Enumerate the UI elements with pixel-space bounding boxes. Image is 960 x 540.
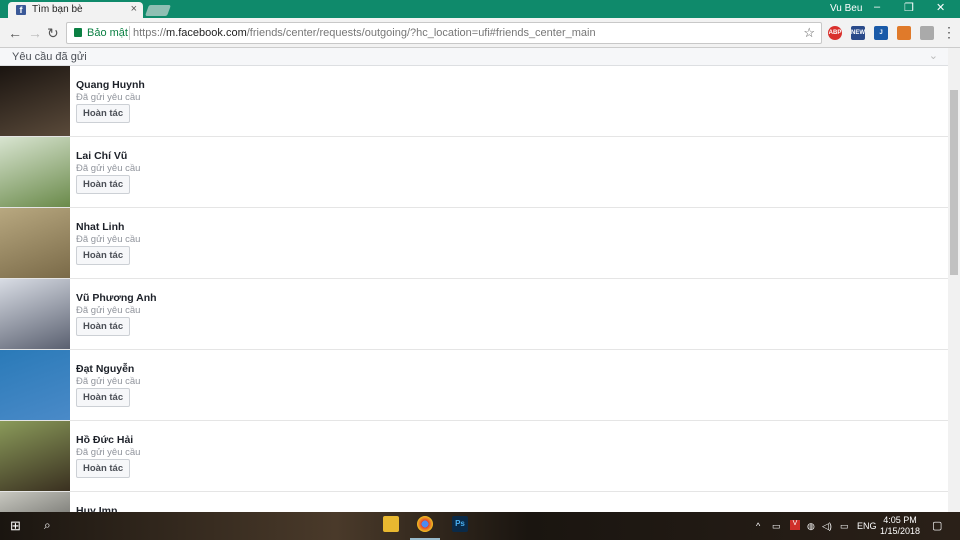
browser-menu-icon[interactable]: ⋮ — [942, 24, 956, 41]
language-indicator[interactable]: ENG — [857, 521, 877, 531]
secure-label: Bảo mật — [87, 27, 128, 39]
taskbar: ⊞ ⌕ Ps ^ ▭ V ◍ ◁) ▭ ENG 4:05 PM 1/15/201… — [0, 512, 960, 540]
clock[interactable]: 4:05 PM 1/15/2018 — [878, 515, 922, 537]
clock-date: 1/15/2018 — [879, 526, 921, 536]
request-status: Đã gửi yêu cầu — [76, 305, 141, 316]
section-title: Yêu cầu đã gửi — [12, 51, 87, 63]
omnibox-divider — [129, 26, 130, 40]
undo-button[interactable]: Hoàn tác — [76, 388, 131, 407]
file-explorer-icon[interactable] — [383, 516, 399, 532]
restore-icon[interactable]: ❐ — [904, 1, 914, 14]
window-titlebar: f Tìm bạn bè × Vu Beu – ❐ ✕ — [0, 0, 960, 18]
avatar[interactable] — [0, 421, 70, 491]
reload-icon[interactable]: ↻ — [47, 25, 59, 42]
avatar[interactable] — [0, 208, 70, 278]
clock-time: 4:05 PM — [883, 515, 917, 525]
request-row[interactable]: Vũ Phương Anh Đã gửi yêu cầu Hoàn tác — [0, 279, 948, 350]
forward-icon[interactable]: → — [28, 25, 42, 41]
request-status: Đã gửi yêu cầu — [76, 163, 141, 174]
tab-title: Tìm bạn bè — [32, 4, 83, 15]
windows-start-icon[interactable]: ⊞ — [10, 518, 21, 534]
avatar[interactable] — [0, 350, 70, 420]
friend-name[interactable]: Quang Huynh — [76, 79, 145, 91]
new-tab-button[interactable] — [144, 5, 172, 16]
close-window-icon[interactable]: ✕ — [936, 1, 945, 14]
volume-icon[interactable]: ◁) — [822, 521, 832, 532]
address-bar[interactable]: Bảo mật https://m.facebook.com/friends/c… — [66, 22, 822, 44]
avatar[interactable] — [0, 137, 70, 207]
url-text[interactable]: https://m.facebook.com/friends/center/re… — [133, 27, 596, 39]
lock-icon — [74, 28, 82, 37]
scrollbar[interactable] — [948, 48, 960, 512]
chat-icon[interactable]: ▭ — [772, 521, 781, 532]
request-status: Đã gửi yêu cầu — [76, 92, 141, 103]
facebook-icon: f — [16, 5, 26, 15]
page-content: Yêu cầu đã gửi ⌄ Quang Huynh Đã gửi yêu c… — [0, 48, 948, 512]
battery-icon[interactable]: ▭ — [840, 521, 849, 532]
show-hidden-icons[interactable]: ^ — [756, 521, 760, 531]
request-row[interactable]: Nhat Linh Đã gửi yêu cầu Hoàn tác — [0, 208, 948, 279]
bookmark-star-icon[interactable]: ☆ — [803, 25, 815, 41]
request-row[interactable]: Huy ImpĐã gửi yêu cầuHoàn tác — [0, 492, 948, 512]
friend-name[interactable]: Nhat Linh — [76, 221, 124, 233]
avatar[interactable] — [0, 66, 70, 136]
friend-name[interactable]: Lai Chí Vũ — [76, 150, 127, 162]
friend-name[interactable]: Đạt Nguyễn — [76, 363, 134, 375]
request-list: Quang Huynh Đã gửi yêu cầu Hoàn tác Lai Chí… — [0, 66, 948, 512]
back-icon[interactable]: ← — [8, 25, 22, 41]
undo-button[interactable]: Hoàn tác — [76, 317, 131, 336]
request-row[interactable]: Đạt Nguyễn Đã gửi yêu cầu Hoàn tác — [0, 350, 948, 421]
undo-button[interactable]: Hoàn tác — [76, 246, 131, 265]
undo-button[interactable]: Hoàn tác — [76, 175, 131, 194]
friend-name[interactable]: Hồ Đức Hải — [76, 434, 133, 446]
avatar[interactable] — [0, 279, 70, 349]
minimize-icon[interactable]: – — [874, 1, 880, 13]
extension-icon[interactable] — [897, 26, 911, 40]
undo-button[interactable]: Hoàn tác — [76, 459, 131, 478]
section-header[interactable]: Yêu cầu đã gửi ⌄ — [0, 48, 948, 66]
request-status: Đã gửi yêu cầu — [76, 376, 141, 387]
browser-tab[interactable]: f Tìm bạn bè × — [8, 2, 143, 18]
v-icon[interactable]: V — [790, 520, 800, 530]
close-tab-icon[interactable]: × — [131, 3, 137, 15]
j-icon[interactable]: J — [874, 26, 888, 40]
notifications-icon[interactable]: ▢ — [932, 519, 942, 532]
undo-button[interactable]: Hoàn tác — [76, 104, 131, 123]
news-icon[interactable]: NEW — [851, 26, 865, 40]
network-icon[interactable]: ◍ — [807, 521, 815, 532]
request-row[interactable]: Hồ Đức Hải Đã gửi yêu cầu Hoàn tác — [0, 421, 948, 492]
friend-name[interactable]: Vũ Phương Anh — [76, 292, 157, 304]
photoshop-icon[interactable]: Ps — [452, 516, 468, 532]
abp-icon[interactable]: ABP — [828, 26, 842, 40]
chrome-icon[interactable] — [417, 516, 433, 532]
request-status: Đã gửi yêu cầu — [76, 447, 141, 458]
puzzle-icon[interactable] — [920, 26, 934, 40]
browser-toolbar: ← → ↻ Bảo mật https://m.facebook.com/fri… — [0, 18, 960, 48]
window-user[interactable]: Vu Beu — [830, 3, 862, 14]
search-icon[interactable]: ⌕ — [44, 518, 51, 533]
chevron-down-icon[interactable]: ⌄ — [929, 49, 938, 62]
avatar[interactable] — [0, 492, 70, 512]
friend-name[interactable]: Huy Imp — [76, 505, 117, 512]
request-row[interactable]: Quang Huynh Đã gửi yêu cầu Hoàn tác — [0, 66, 948, 137]
request-status: Đã gửi yêu cầu — [76, 234, 141, 245]
scrollbar-thumb[interactable] — [950, 90, 958, 275]
request-row[interactable]: Lai Chí Vũ Đã gửi yêu cầu Hoàn tác — [0, 137, 948, 208]
